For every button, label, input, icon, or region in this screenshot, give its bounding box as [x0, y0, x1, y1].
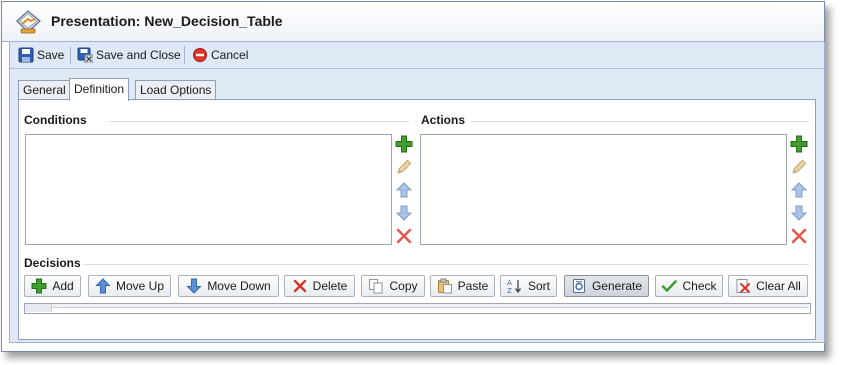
decisions-grid[interactable] — [24, 303, 811, 314]
cancel-button[interactable]: Cancel — [192, 45, 248, 65]
conditions-move-down-button[interactable] — [394, 204, 414, 224]
edit-icon — [790, 158, 808, 179]
add-label: Add — [52, 279, 74, 293]
toolbar-separator — [184, 46, 185, 64]
move-down-label: Move Down — [207, 279, 271, 293]
toolbar-separator — [70, 46, 71, 64]
move-up-label: Move Up — [115, 279, 165, 293]
sort-label: Sort — [527, 279, 550, 293]
save-and-close-label: Save and Close — [96, 48, 181, 62]
section-divider — [109, 121, 409, 122]
actions-edit-button[interactable] — [789, 158, 809, 178]
move-down-icon — [395, 204, 413, 225]
delete-icon — [292, 278, 308, 294]
grid-header — [25, 304, 809, 308]
cancel-icon — [192, 47, 208, 63]
conditions-edit-button[interactable] — [394, 158, 414, 178]
svg-text:A: A — [507, 279, 512, 287]
conditions-move-up-button[interactable] — [394, 181, 414, 201]
svg-text:Z: Z — [507, 287, 512, 294]
decisions-sort-button[interactable]: AZ Sort — [500, 275, 557, 297]
section-divider — [83, 264, 809, 265]
edit-icon — [395, 158, 413, 179]
clear-all-icon — [735, 278, 751, 294]
presentation-icon — [13, 7, 43, 37]
check-icon — [661, 278, 678, 294]
arrow-down-icon — [186, 278, 203, 294]
copy-icon — [368, 278, 384, 294]
presentation-window: Presentation: New_Decision_Table Save Sa… — [1, 1, 825, 352]
arrow-up-icon — [95, 278, 111, 294]
clear-all-label: Clear All — [756, 279, 801, 293]
decisions-generate-button[interactable]: Generate — [564, 275, 649, 297]
conditions-add-button[interactable] — [394, 135, 414, 155]
cancel-label: Cancel — [211, 48, 249, 62]
delete-label: Delete — [312, 279, 348, 293]
delete-icon — [790, 227, 808, 248]
generate-icon — [571, 278, 587, 294]
paste-icon — [437, 278, 453, 294]
sort-icon: AZ — [507, 278, 523, 295]
conditions-list[interactable] — [25, 134, 392, 245]
floppy-disk-icon — [18, 47, 34, 63]
tab-load-options[interactable]: Load Options — [135, 80, 217, 100]
actions-move-up-button[interactable] — [789, 181, 809, 201]
decisions-move-down-button[interactable]: Move Down — [178, 275, 279, 297]
decisions-add-button[interactable]: Add — [24, 275, 81, 297]
tab-definition[interactable]: Definition — [69, 78, 130, 101]
save-label: Save — [37, 48, 65, 62]
save-button[interactable]: Save — [18, 45, 64, 65]
decisions-paste-button[interactable]: Paste — [430, 275, 495, 297]
window-title: Presentation: New_Decision_Table — [51, 13, 283, 29]
add-icon — [790, 135, 808, 156]
section-divider — [471, 121, 809, 122]
actions-delete-button[interactable] — [789, 227, 809, 247]
conditions-heading: Conditions — [24, 113, 87, 127]
actions-heading: Actions — [421, 113, 466, 127]
toolbar: Save Save and Close Cancel — [10, 42, 824, 69]
move-up-icon — [790, 181, 808, 202]
paste-label: Paste — [457, 279, 489, 293]
actions-add-button[interactable] — [789, 135, 809, 155]
decisions-delete-button[interactable]: Delete — [284, 275, 355, 297]
move-down-icon — [790, 204, 808, 225]
move-up-icon — [395, 181, 413, 202]
actions-move-down-button[interactable] — [789, 204, 809, 224]
editor-body: Save Save and Close Cancel General Defin… — [9, 42, 825, 343]
copy-label: Copy — [389, 279, 418, 293]
actions-list[interactable] — [420, 134, 787, 245]
decisions-heading: Decisions — [24, 256, 81, 270]
grid-corner-cell — [25, 304, 52, 312]
decisions-check-button[interactable]: Check — [655, 275, 723, 297]
save-close-icon — [77, 47, 94, 64]
check-label: Check — [682, 279, 717, 293]
save-and-close-button[interactable]: Save and Close — [77, 45, 181, 65]
delete-icon — [395, 227, 413, 248]
decisions-copy-button[interactable]: Copy — [361, 275, 425, 297]
tab-general[interactable]: General — [18, 80, 71, 100]
add-icon — [395, 135, 413, 156]
title-bar: Presentation: New_Decision_Table — [2, 2, 824, 42]
conditions-delete-button[interactable] — [394, 227, 414, 247]
add-icon — [31, 278, 47, 294]
generate-label: Generate — [591, 279, 643, 293]
decisions-clear-all-button[interactable]: Clear All — [728, 275, 808, 297]
definition-panel: Conditions Actions Decisions Add Move Up… — [18, 99, 816, 340]
decisions-move-up-button[interactable]: Move Up — [88, 275, 171, 297]
